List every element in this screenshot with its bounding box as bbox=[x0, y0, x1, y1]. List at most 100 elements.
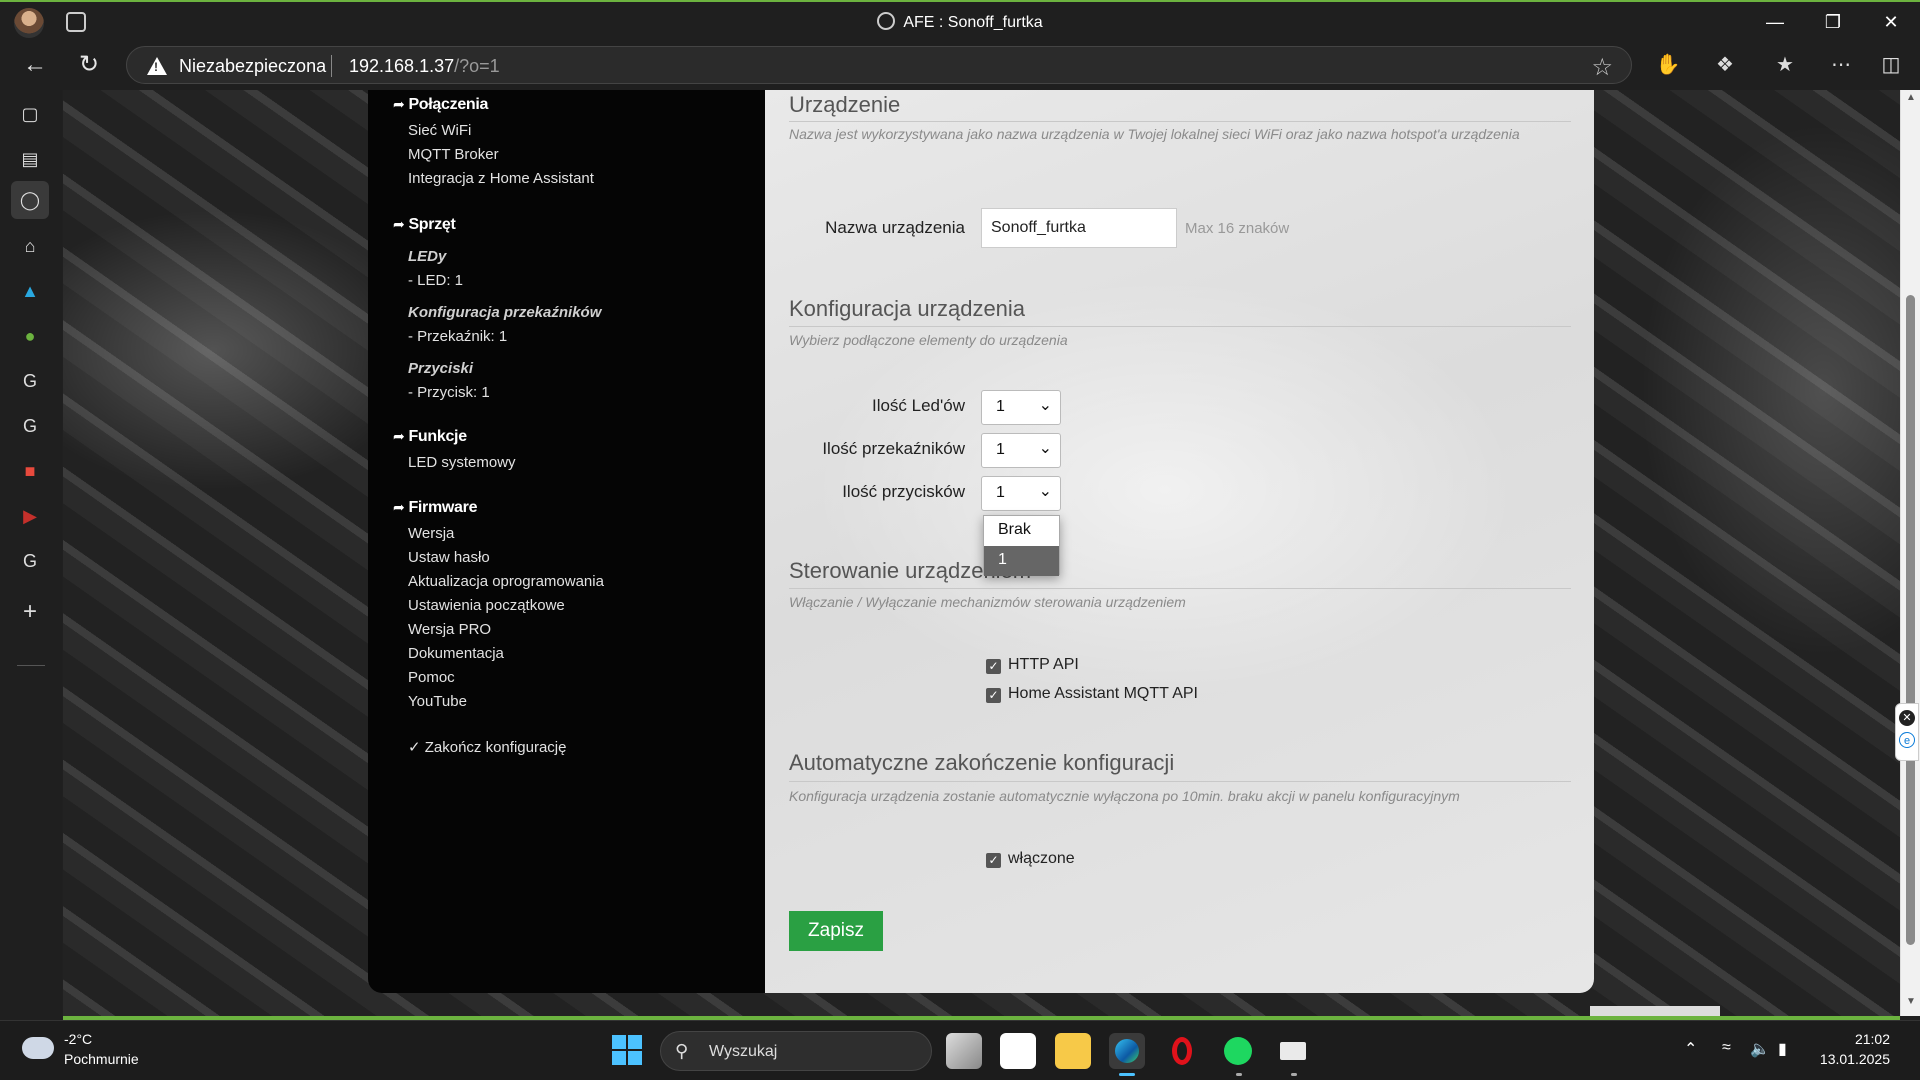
security-label[interactable]: Niezabezpieczona bbox=[179, 56, 326, 77]
clock-time[interactable]: 21:02 bbox=[1855, 1031, 1890, 1047]
app-icon-green[interactable]: ● bbox=[16, 322, 44, 350]
tray-chevron-up-icon[interactable]: ⌃ bbox=[1684, 1039, 1697, 1059]
scroll-up-icon[interactable]: ▲ bbox=[1906, 92, 1916, 103]
menu-item-pro-version[interactable]: Wersja PRO bbox=[408, 621, 491, 638]
g-app-icon-2[interactable]: G bbox=[16, 412, 44, 440]
menu-sub-buttons[interactable]: Przyciski bbox=[408, 360, 473, 377]
g-app-icon-3[interactable]: G bbox=[16, 547, 44, 575]
sidebar-toggle-icon[interactable]: ◫ bbox=[1876, 50, 1906, 80]
weather-condition[interactable]: Pochmurnie bbox=[64, 1051, 139, 1067]
youtube-app-icon[interactable]: ▶ bbox=[16, 502, 44, 530]
taskbar-search[interactable]: ⚲ Wyszukaj bbox=[660, 1031, 932, 1071]
browser-titlebar: AFE : Sonoff_furtka — ❐ ✕ bbox=[0, 0, 1920, 40]
edge-browser-icon[interactable] bbox=[1109, 1033, 1145, 1069]
auto-finish-label[interactable]: włączone bbox=[1008, 850, 1075, 868]
mail-icon[interactable] bbox=[1275, 1033, 1311, 1069]
save-button[interactable]: Zapisz bbox=[789, 911, 883, 951]
docs-app-icon[interactable]: ■ bbox=[16, 457, 44, 485]
menu-item-factory-settings[interactable]: Ustawienia początkowe bbox=[408, 597, 565, 614]
menu-item-version[interactable]: Wersja bbox=[408, 525, 454, 542]
home-assistant-icon[interactable]: ⌂ bbox=[16, 232, 44, 260]
tab-actions-icon[interactable]: ▢ bbox=[16, 100, 44, 128]
wifi-icon[interactable]: ≈ bbox=[1722, 1039, 1731, 1057]
back-button[interactable]: ← bbox=[20, 50, 50, 80]
menu-item-system-led[interactable]: LED systemowy bbox=[408, 454, 516, 471]
menu-item-help[interactable]: Pomoc bbox=[408, 669, 455, 686]
close-circle-icon[interactable]: ✕ bbox=[1899, 710, 1915, 726]
restore-button[interactable]: ❐ bbox=[1810, 8, 1856, 36]
volume-icon[interactable]: 🔈 bbox=[1750, 1039, 1770, 1059]
minimize-button[interactable]: — bbox=[1752, 8, 1798, 36]
leds-count-select[interactable]: 1 ⌄ bbox=[981, 390, 1061, 425]
scrollbar-thumb[interactable] bbox=[1906, 295, 1915, 945]
more-menu-icon[interactable]: ⋯ bbox=[1826, 50, 1856, 80]
menu-item-firmware-update[interactable]: Aktualizacja oprogramowania bbox=[408, 573, 604, 590]
menu-item-wifi[interactable]: Sieć WiFi bbox=[408, 122, 471, 139]
battery-icon[interactable]: ▮ bbox=[1778, 1039, 1787, 1059]
menu-sub-leds[interactable]: LEDy bbox=[408, 248, 446, 265]
add-app-icon[interactable]: + bbox=[16, 598, 44, 626]
menu-item-finish-config[interactable]: ✓ Zakończ konfigurację bbox=[408, 738, 566, 756]
http-api-checkbox[interactable]: ✓ bbox=[986, 659, 1001, 674]
http-api-label[interactable]: HTTP API bbox=[1008, 656, 1079, 674]
microsoft-store-icon[interactable] bbox=[1000, 1033, 1036, 1069]
afe-menu: ➦ Połączenia Sieć WiFi MQTT Broker Integr… bbox=[368, 90, 765, 993]
menu-item-button-1[interactable]: - Przycisk: 1 bbox=[408, 384, 490, 401]
favorites-icon[interactable]: ★ bbox=[1770, 50, 1800, 80]
url-text[interactable]: 192.168.1.37/?o=1 bbox=[349, 56, 500, 77]
menu-item-youtube[interactable]: YouTube bbox=[408, 693, 467, 710]
file-explorer-icon[interactable] bbox=[1055, 1033, 1091, 1069]
arrow-icon: ➦ bbox=[393, 96, 405, 112]
scroll-down-icon[interactable]: ▼ bbox=[1906, 996, 1916, 1007]
clock-date[interactable]: 13.01.2025 bbox=[1820, 1051, 1890, 1067]
page-scrollbar[interactable]: ▲ ▼ bbox=[1900, 90, 1920, 1016]
menu-item-documentation[interactable]: Dokumentacja bbox=[408, 645, 504, 662]
cloud-icon[interactable] bbox=[22, 1037, 54, 1059]
warning-icon[interactable] bbox=[147, 57, 167, 75]
opera-icon[interactable] bbox=[1164, 1033, 1200, 1069]
menu-heading-functions: ➦ Funkcje bbox=[393, 428, 467, 445]
device-name-input[interactable] bbox=[981, 208, 1177, 248]
spotify-logo bbox=[1224, 1037, 1252, 1065]
menu-item-mqtt[interactable]: MQTT Broker bbox=[408, 146, 499, 163]
auto-finish-checkbox[interactable]: ✓ bbox=[986, 853, 1001, 868]
edge-sidebar: ▢ ▤ ◯ ⌂ ▲ ● G G ■ ▶ G + bbox=[0, 90, 62, 1020]
web-app-globe-icon[interactable]: ◯ bbox=[11, 181, 49, 219]
menu-item-home-assistant[interactable]: Integracja z Home Assistant bbox=[408, 170, 594, 187]
close-button[interactable]: ✕ bbox=[1868, 8, 1914, 36]
favorite-star-icon[interactable]: ☆ bbox=[1591, 53, 1613, 82]
address-bar[interactable]: Niezabezpieczona 192.168.1.37/?o=1 ☆ bbox=[126, 46, 1632, 84]
afe-panel: ➦ Połączenia Sieć WiFi MQTT Broker Integr… bbox=[368, 90, 1594, 993]
dropdown-option-none[interactable]: Brak bbox=[984, 516, 1059, 546]
extension-hand-icon[interactable]: ✋ bbox=[1653, 50, 1683, 80]
menu-item-relay-1[interactable]: - Przekaźnik: 1 bbox=[408, 328, 507, 345]
windows-taskbar: -2°C Pochmurnie ⚲ Wyszukaj ⌃ ≈ 🔈 ▮ 21:02… bbox=[0, 1020, 1920, 1080]
extensions-puzzle-icon[interactable]: ❖ bbox=[1710, 50, 1740, 80]
page-viewport: ➦ Połączenia Sieć WiFi MQTT Broker Integr… bbox=[63, 90, 1900, 1016]
buttons-count-dropdown: Brak 1 bbox=[983, 515, 1060, 576]
menu-item-led-1[interactable]: - LED: 1 bbox=[408, 272, 463, 289]
g-app-icon-1[interactable]: G bbox=[16, 367, 44, 395]
bitwarden-icon[interactable]: ▲ bbox=[16, 277, 44, 305]
edge-e-icon[interactable]: e bbox=[1899, 732, 1915, 748]
arrow-icon: ➦ bbox=[393, 428, 405, 444]
collections-icon[interactable]: ▤ bbox=[16, 145, 44, 173]
menu-sub-relays[interactable]: Konfiguracja przekaźników bbox=[408, 304, 601, 321]
refresh-button[interactable]: ↻ bbox=[74, 50, 104, 80]
spotify-icon[interactable] bbox=[1220, 1033, 1256, 1069]
relays-count-select[interactable]: 1 ⌄ bbox=[981, 433, 1061, 468]
dropdown-option-1[interactable]: 1 bbox=[984, 546, 1059, 576]
menu-item-set-password[interactable]: Ustaw hasło bbox=[408, 549, 490, 566]
buttons-count-select[interactable]: 1 ⌄ bbox=[981, 476, 1061, 511]
navigation-bar: ← ↻ Niezabezpieczona 192.168.1.37/?o=1 ☆… bbox=[0, 40, 1920, 90]
ha-mqtt-api-label[interactable]: Home Assistant MQTT API bbox=[1008, 685, 1198, 703]
leds-count-label: Ilość Led'ów bbox=[871, 396, 965, 415]
weather-temperature[interactable]: -2°C bbox=[64, 1031, 92, 1047]
app-indicator bbox=[1291, 1073, 1297, 1076]
windows-start-icon[interactable] bbox=[612, 1035, 642, 1065]
section-title-device: Urządzenie bbox=[789, 92, 901, 117]
section-title-config: Konfiguracja urządzenia bbox=[789, 296, 1026, 321]
mail-envelope bbox=[1280, 1042, 1306, 1060]
task-view-icon[interactable] bbox=[946, 1033, 982, 1069]
ha-mqtt-api-checkbox[interactable]: ✓ bbox=[986, 688, 1001, 703]
